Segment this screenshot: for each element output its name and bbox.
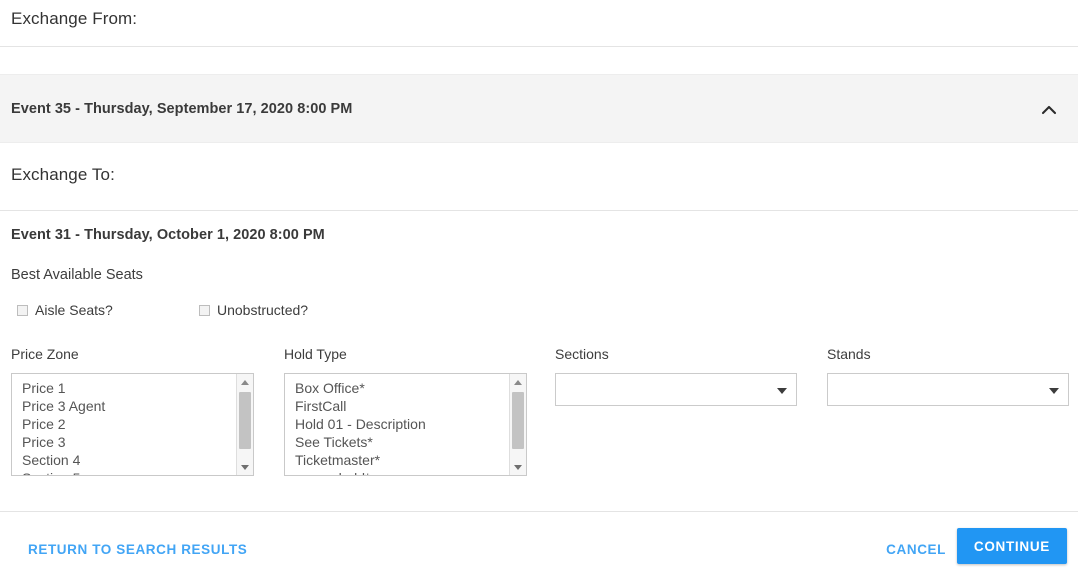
aisle-seats-checkbox[interactable] xyxy=(17,304,28,316)
scrollbar-thumb[interactable] xyxy=(512,392,524,449)
stands-field: Stands xyxy=(827,346,1069,406)
list-item[interactable]: Box Office* xyxy=(285,379,508,397)
scroll-down-icon[interactable] xyxy=(510,459,526,475)
scroll-up-icon[interactable] xyxy=(510,374,526,390)
price-zone-listbox[interactable]: Price 1 Price 3 Agent Price 2 Price 3 Se… xyxy=(11,373,254,476)
hold-type-field: Hold Type Box Office* FirstCall Hold 01 … xyxy=(284,346,527,476)
list-item[interactable]: Price 3 Agent xyxy=(12,397,235,415)
list-item[interactable]: Ticketmaster* xyxy=(285,451,508,469)
chevron-down-icon[interactable] xyxy=(1049,388,1059,394)
source-event-label: Event 35 - Thursday, September 17, 2020 … xyxy=(11,101,353,117)
scroll-down-icon[interactable] xyxy=(237,459,253,475)
sections-field: Sections xyxy=(555,346,797,406)
list-item[interactable]: Price 3 xyxy=(12,433,235,451)
stands-dropdown[interactable] xyxy=(827,373,1069,406)
stands-label: Stands xyxy=(827,346,871,362)
price-zone-scrollbar[interactable] xyxy=(236,374,253,475)
aisle-seats-checkbox-item[interactable]: Aisle Seats? xyxy=(17,303,113,317)
price-zone-field: Price Zone Price 1 Price 3 Agent Price 2… xyxy=(11,346,254,476)
return-to-search-results-button[interactable]: RETURN TO SEARCH RESULTS xyxy=(20,534,255,565)
list-item[interactable]: FirstCall xyxy=(285,397,508,415)
list-item[interactable]: Section 5 xyxy=(12,469,235,475)
seat-preference-checkboxes: Aisle Seats? Unobstructed? xyxy=(0,303,1078,327)
exchange-to-body: Event 31 - Thursday, October 1, 2020 8:0… xyxy=(0,211,1078,511)
unobstructed-checkbox[interactable] xyxy=(199,304,210,316)
price-zone-options: Price 1 Price 3 Agent Price 2 Price 3 Se… xyxy=(12,379,235,475)
continue-button[interactable]: CONTINUE xyxy=(956,528,1067,564)
hold-type-scrollbar[interactable] xyxy=(509,374,526,475)
best-available-seats-label: Best Available Seats xyxy=(11,267,143,283)
sections-dropdown[interactable] xyxy=(555,373,797,406)
exchange-to-title: Exchange To: xyxy=(11,165,115,184)
list-item[interactable]: Hold 01 - Description xyxy=(285,415,508,433)
target-event-label: Event 31 - Thursday, October 1, 2020 8:0… xyxy=(11,227,325,243)
hold-type-listbox[interactable]: Box Office* FirstCall Hold 01 - Descript… xyxy=(284,373,527,476)
exchange-to-section-header: Exchange To: xyxy=(0,143,1078,211)
unobstructed-label: Unobstructed? xyxy=(217,302,309,318)
chevron-up-icon[interactable] xyxy=(1036,97,1062,123)
scroll-up-icon[interactable] xyxy=(237,374,253,390)
scrollbar-thumb[interactable] xyxy=(239,392,251,449)
chevron-down-icon[interactable] xyxy=(777,388,787,394)
source-event-row[interactable]: Event 35 - Thursday, September 17, 2020 … xyxy=(0,74,1078,143)
hold-type-label: Hold Type xyxy=(284,346,347,362)
exchange-from-section-header: Exchange From: xyxy=(0,0,1078,47)
list-item[interactable]: promo hold* xyxy=(285,469,508,475)
price-zone-label: Price Zone xyxy=(11,346,79,362)
list-item[interactable]: Price 1 xyxy=(12,379,235,397)
list-item[interactable]: Section 4 xyxy=(12,451,235,469)
list-item[interactable]: See Tickets* xyxy=(285,433,508,451)
sections-label: Sections xyxy=(555,346,609,362)
unobstructed-checkbox-item[interactable]: Unobstructed? xyxy=(199,303,308,317)
list-item[interactable]: Price 2 xyxy=(12,415,235,433)
hold-type-options: Box Office* FirstCall Hold 01 - Descript… xyxy=(285,379,508,475)
dialog-footer: RETURN TO SEARCH RESULTS CANCEL CONTINUE xyxy=(0,511,1078,569)
cancel-button[interactable]: CANCEL xyxy=(878,534,954,565)
aisle-seats-label: Aisle Seats? xyxy=(35,302,113,318)
exchange-dialog: Exchange From: Event 35 - Thursday, Sept… xyxy=(0,0,1078,569)
exchange-from-title: Exchange From: xyxy=(11,9,138,28)
